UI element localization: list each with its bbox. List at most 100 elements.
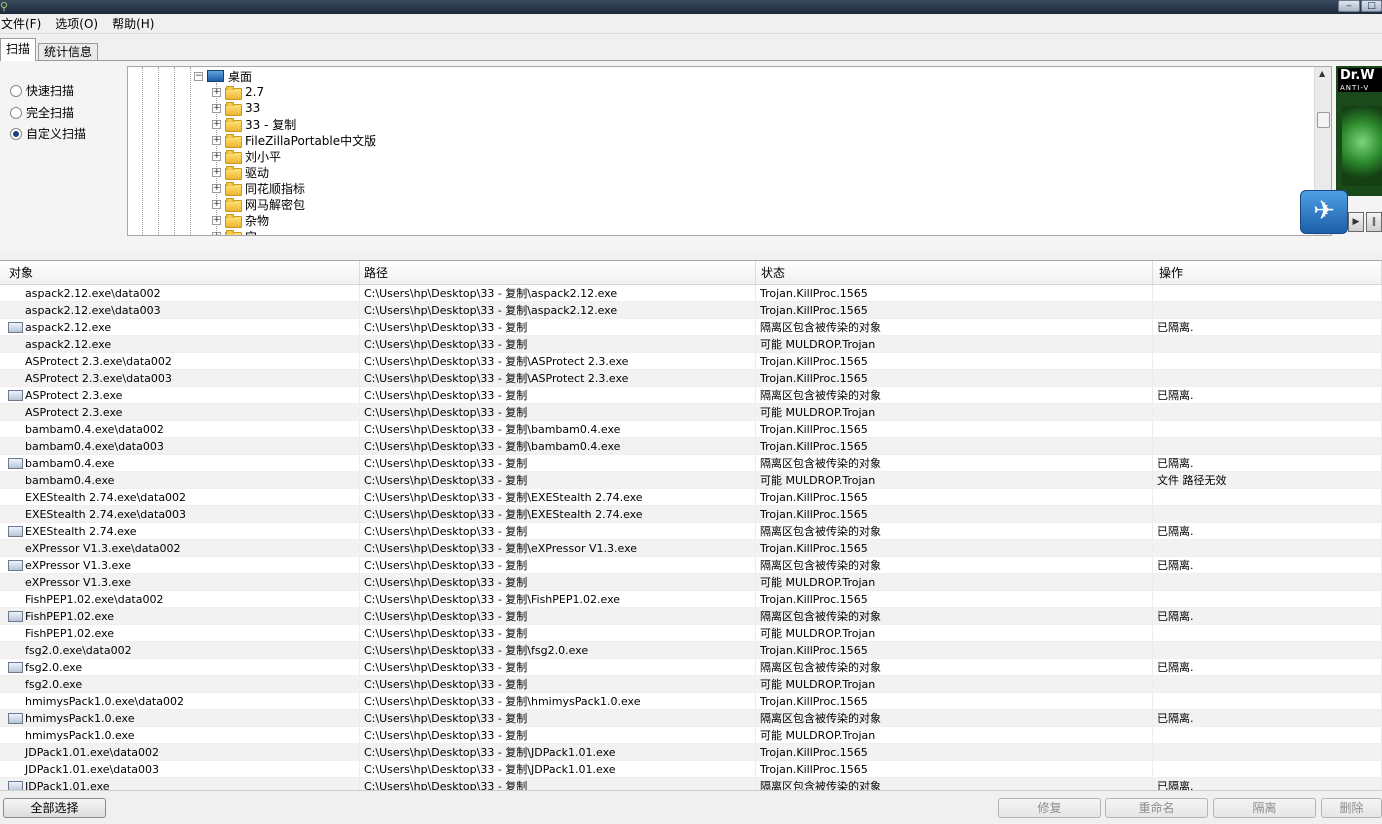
table-row[interactable]: fsg2.0.exe C:\Users\hp\Desktop\33 - 复制 隔离区… [0, 659, 1382, 676]
expand-icon[interactable]: + [212, 87, 221, 97]
table-row[interactable]: bambam0.4.exe C:\Users\hp\Desktop\33 - 复制… [0, 455, 1382, 472]
table-row[interactable]: FishPEP1.02.exe C:\Users\hp\Desktop\33 - … [0, 608, 1382, 625]
tree-node-folder[interactable]: + 同花顺指标 [212, 180, 305, 196]
menu-options[interactable]: 选项(O) [54, 14, 105, 34]
table-row[interactable]: bambam0.4.exe C:\Users\hp\Desktop\33 - 复制… [0, 472, 1382, 489]
table-row[interactable]: ASProtect 2.3.exe\data003 C:\Users\hp\Des… [0, 370, 1382, 387]
table-row[interactable]: JDPack1.01.exe\data002 C:\Users\hp\Deskto… [0, 744, 1382, 761]
expand-icon[interactable]: + [212, 167, 221, 177]
tree-node-folder[interactable]: + 驱动 [212, 164, 269, 180]
pause-icon[interactable]: ‖ [1366, 212, 1382, 232]
tree-node-folder[interactable]: + 33 - 复制 [212, 116, 296, 132]
table-row[interactable]: bambam0.4.exe\data003 C:\Users\hp\Desktop… [0, 438, 1382, 455]
start-scan-button[interactable]: ✈ [1300, 190, 1348, 234]
tree-node-folder[interactable]: + FileZillaPortable中文版 [212, 132, 376, 148]
table-row[interactable]: FishPEP1.02.exe\data002 C:\Users\hp\Deskt… [0, 591, 1382, 608]
table-row[interactable]: aspack2.12.exe\data002 C:\Users\hp\Deskto… [0, 285, 1382, 302]
table-row[interactable]: EXEStealth 2.74.exe\data002 C:\Users\hp\D… [0, 489, 1382, 506]
expand-icon[interactable]: + [212, 135, 221, 145]
repair-button[interactable]: 修复 [998, 798, 1101, 818]
tab-statistics[interactable]: 统计信息 [38, 43, 99, 60]
table-row[interactable]: JDPack1.01.exe\data003 C:\Users\hp\Deskto… [0, 761, 1382, 778]
menu-help[interactable]: 帮助(H) [111, 14, 161, 34]
tree-node-folder[interactable]: + 刘小平 [212, 148, 281, 164]
table-row[interactable]: fsg2.0.exe\data002 C:\Users\hp\Desktop\33… [0, 642, 1382, 659]
tree-node-label: 33 - 复制 [245, 117, 297, 132]
minimize-button[interactable]: ‒ [1338, 0, 1360, 12]
table-row[interactable]: aspack2.12.exe C:\Users\hp\Desktop\33 - 复… [0, 319, 1382, 336]
expand-icon[interactable]: + [212, 215, 221, 225]
cell-action [1153, 285, 1382, 301]
column-status[interactable]: 状态 [756, 261, 1153, 284]
object-name: fsg2.0.exe\data002 [25, 643, 132, 657]
cell-action: 已隔离. [1153, 557, 1382, 573]
object-name: JDPack1.01.exe [25, 779, 110, 791]
object-name: hmimysPack1.0.exe\data002 [25, 694, 184, 708]
radio-custom-scan[interactable]: 自定义扫描 [10, 125, 86, 142]
folder-icon [225, 150, 242, 164]
radio-full-scan[interactable]: 完全扫描 [10, 104, 74, 121]
table-row[interactable]: hmimysPack1.0.exe\data002 C:\Users\hp\Des… [0, 693, 1382, 710]
cell-status: Trojan.KillProc.1565 [756, 421, 1153, 437]
menu-file[interactable]: 文件(F) [0, 14, 48, 34]
collapse-icon[interactable]: − [194, 71, 203, 81]
cell-path: C:\Users\hp\Desktop\33 - 复制\FishPEP1.02.… [360, 591, 756, 607]
radio-circle[interactable] [10, 84, 22, 97]
tree-node-folder[interactable]: + 2.7 [212, 84, 264, 100]
cell-object: FishPEP1.02.exe [0, 625, 360, 641]
folder-icon [225, 198, 242, 212]
tree-node-folder[interactable]: + 宝 [212, 228, 257, 235]
delete-button[interactable]: 删除 [1321, 798, 1382, 818]
radio-circle[interactable] [10, 106, 22, 119]
table-row[interactable]: EXEStealth 2.74.exe C:\Users\hp\Desktop\3… [0, 523, 1382, 540]
radio-circle[interactable] [10, 127, 22, 140]
select-all-button[interactable]: 全部选择 [3, 798, 106, 818]
column-path[interactable]: 路径 [360, 261, 756, 284]
column-object[interactable]: 对象 [0, 261, 360, 284]
table-row[interactable]: aspack2.12.exe C:\Users\hp\Desktop\33 - 复… [0, 336, 1382, 353]
column-action[interactable]: 操作 [1153, 261, 1382, 284]
table-row[interactable]: EXEStealth 2.74.exe\data003 C:\Users\hp\D… [0, 506, 1382, 523]
tab-scan[interactable]: 扫描 [0, 38, 37, 61]
table-row[interactable]: FishPEP1.02.exe C:\Users\hp\Desktop\33 - … [0, 625, 1382, 642]
expand-icon[interactable]: + [212, 199, 221, 209]
expand-icon[interactable]: + [212, 103, 221, 113]
object-name: fsg2.0.exe [25, 677, 83, 691]
table-row[interactable]: eXPressor V1.3.exe\data002 C:\Users\hp\De… [0, 540, 1382, 557]
table-row[interactable]: JDPack1.01.exe C:\Users\hp\Desktop\33 - 复… [0, 778, 1382, 790]
table-row[interactable]: ASProtect 2.3.exe C:\Users\hp\Desktop\33 … [0, 387, 1382, 404]
cell-status: 可能 MULDROP.Trojan [756, 336, 1153, 352]
cell-path: C:\Users\hp\Desktop\33 - 复制 [360, 608, 756, 624]
maximize-button[interactable]: □ [1361, 0, 1382, 12]
rename-button[interactable]: 重命名 [1105, 798, 1208, 818]
object-name: bambam0.4.exe [25, 473, 115, 487]
table-row[interactable]: hmimysPack1.0.exe C:\Users\hp\Desktop\33 … [0, 710, 1382, 727]
tree-node-folder[interactable]: + 33 [212, 100, 260, 116]
play-icon[interactable]: ▶ [1348, 212, 1364, 232]
cell-action [1153, 574, 1382, 590]
scroll-thumb[interactable] [1317, 112, 1330, 128]
table-row[interactable]: aspack2.12.exe\data003 C:\Users\hp\Deskto… [0, 302, 1382, 319]
cell-path: C:\Users\hp\Desktop\33 - 复制\ASProtect 2.… [360, 370, 756, 386]
expand-icon[interactable]: + [212, 231, 221, 235]
table-row[interactable]: fsg2.0.exe C:\Users\hp\Desktop\33 - 复制 可能 … [0, 676, 1382, 693]
expand-icon[interactable]: + [212, 119, 221, 129]
table-row[interactable]: ASProtect 2.3.exe\data002 C:\Users\hp\Des… [0, 353, 1382, 370]
radio-quick-scan[interactable]: 快速扫描 [10, 82, 74, 99]
quarantine-button[interactable]: 隔离 [1213, 798, 1316, 818]
table-row[interactable]: ASProtect 2.3.exe C:\Users\hp\Desktop\33 … [0, 404, 1382, 421]
scroll-up-icon[interactable]: ▲ [1319, 69, 1325, 78]
tree-node-label: FileZillaPortable中文版 [245, 133, 377, 148]
expand-icon[interactable]: + [212, 151, 221, 161]
table-row[interactable]: eXPressor V1.3.exe C:\Users\hp\Desktop\33… [0, 574, 1382, 591]
table-row[interactable]: hmimysPack1.0.exe C:\Users\hp\Desktop\33 … [0, 727, 1382, 744]
expand-icon[interactable]: + [212, 183, 221, 193]
table-row[interactable]: bambam0.4.exe\data002 C:\Users\hp\Desktop… [0, 421, 1382, 438]
table-row[interactable]: eXPressor V1.3.exe C:\Users\hp\Desktop\33… [0, 557, 1382, 574]
tree-node-folder[interactable]: + 网马解密包 [212, 196, 305, 212]
cell-action: 已隔离. [1153, 659, 1382, 675]
tree-node-folder[interactable]: + 杂物 [212, 212, 269, 228]
cell-path: C:\Users\hp\Desktop\33 - 复制\fsg2.0.exe [360, 642, 756, 658]
tree-node-desktop[interactable]: − 桌面 [194, 68, 252, 84]
